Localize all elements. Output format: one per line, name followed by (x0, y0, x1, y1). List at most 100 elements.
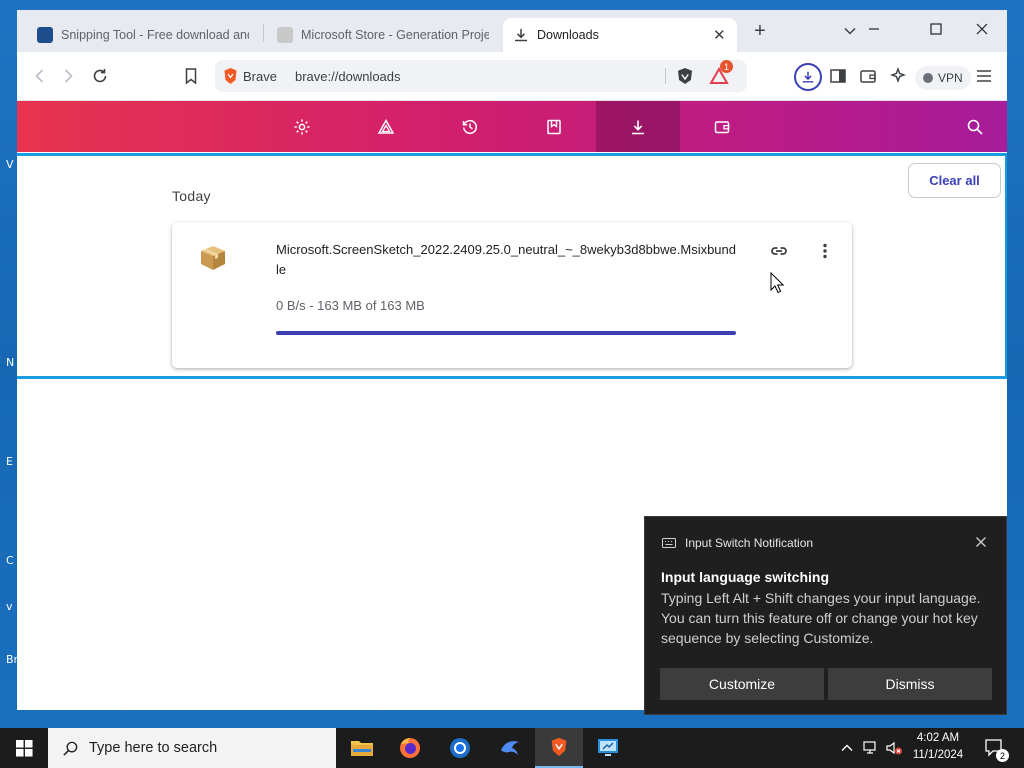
clear-all-button[interactable]: Clear all (908, 163, 1001, 198)
settings-icon (294, 119, 310, 134)
history-icon (462, 119, 477, 134)
maximize-button[interactable] (925, 18, 947, 40)
search-placeholder: Type here to search (89, 740, 218, 756)
download-progress-text: 0 B/s - 163 MB of 163 MB (276, 298, 425, 313)
header-wallet-button[interactable] (680, 101, 764, 152)
notification-title: Input language switching (661, 569, 829, 585)
forward-icon[interactable] (57, 65, 79, 87)
clock-date[interactable]: 11/1/2024 (906, 749, 970, 761)
notification-body: Typing Left Alt + Shift changes your inp… (661, 590, 981, 646)
tab-downloads[interactable]: Downloads ✕ (503, 18, 737, 52)
tab-label: Snipping Tool - Free download and (61, 28, 249, 42)
brave-shield-icon[interactable] (223, 67, 238, 85)
header-bookmarks-button[interactable] (512, 101, 596, 152)
remote-desktop-icon (598, 739, 618, 756)
sidebar-toggle-icon[interactable] (827, 65, 849, 87)
wallet-icon (714, 120, 730, 133)
close-window-button[interactable] (971, 18, 993, 40)
file-explorer-icon (351, 741, 373, 756)
remote-desktop-taskbar-button[interactable] (584, 728, 632, 768)
tab-strip: Snipping Tool - Free download and Micros… (17, 10, 1007, 52)
taskbar: Type here to search 4:02 AM 11/1/2024 2 (0, 728, 1024, 768)
taskbar-search-box[interactable]: Type here to search (48, 728, 336, 768)
close-tab-icon[interactable]: ✕ (713, 26, 726, 44)
download-file-name[interactable]: Microsoft.ScreenSketch_2022.2409.25.0_ne… (276, 240, 736, 280)
header-downloads-button[interactable] (596, 101, 680, 152)
vpn-label: VPN (938, 71, 963, 85)
chrome-taskbar-button[interactable] (436, 728, 484, 768)
desktop-label: E (6, 455, 13, 468)
keyboard-icon (662, 538, 676, 548)
download-icon (515, 29, 527, 42)
copy-link-icon[interactable] (768, 240, 790, 262)
date-group-heading: Today (172, 188, 211, 204)
vpn-button[interactable]: VPN (915, 66, 971, 90)
brave-taskbar-button[interactable] (535, 728, 583, 768)
rewards-icon (377, 118, 395, 134)
kali-taskbar-button[interactable] (486, 728, 534, 768)
menu-icon[interactable] (973, 65, 995, 87)
tab-microsoft-store[interactable]: Microsoft Store - Generation Projec (267, 18, 499, 52)
downloads-icon (632, 120, 644, 134)
firefox-taskbar-button[interactable] (386, 728, 434, 768)
input-switch-notification: Input Switch Notification Input language… (644, 516, 1007, 715)
bookmarks-icon (547, 119, 561, 134)
microsoft-store-favicon-icon (277, 27, 293, 43)
new-tab-button[interactable]: + (749, 20, 771, 43)
brave-page-header (17, 101, 1007, 152)
chevron-down-icon[interactable] (843, 24, 857, 38)
snipping-tool-favicon-icon (37, 27, 53, 43)
dismiss-button[interactable]: Dismiss (828, 668, 992, 700)
customize-button[interactable]: Customize (660, 668, 824, 700)
download-item-card: Microsoft.ScreenSketch_2022.2409.25.0_ne… (172, 222, 852, 368)
header-history-button[interactable] (428, 101, 512, 152)
header-rewards-button[interactable] (344, 101, 428, 152)
brave-shields-icon[interactable] (675, 66, 695, 86)
close-notification-icon[interactable] (973, 534, 989, 550)
download-progress-bar (276, 331, 736, 335)
back-icon[interactable] (29, 65, 51, 87)
mouse-cursor-icon (770, 272, 784, 294)
start-button[interactable] (0, 728, 48, 768)
desktop-label: C (6, 554, 14, 567)
tab-label: Downloads (537, 28, 599, 42)
more-options-button[interactable] (814, 240, 836, 262)
desktop-label: V (6, 158, 14, 171)
rewards-badge: 1 (720, 60, 733, 73)
kali-icon (501, 741, 519, 755)
tab-divider (263, 24, 264, 42)
wallet-icon[interactable] (857, 65, 879, 87)
tab-snipping-tool[interactable]: Snipping Tool - Free download and (27, 18, 259, 52)
bookmark-icon[interactable] (180, 65, 202, 87)
address-bar[interactable]: Brave brave://downloads 1 (215, 60, 747, 92)
reload-icon[interactable] (89, 65, 111, 87)
download-icon (802, 71, 814, 83)
notification-count-badge: 2 (996, 749, 1009, 762)
minimize-button[interactable] (863, 18, 885, 40)
brave-icon (551, 737, 567, 757)
windows-logo-icon (15, 739, 33, 757)
search-icon[interactable] (966, 118, 984, 136)
omnibox-divider (665, 68, 666, 84)
chevron-up-icon[interactable] (838, 740, 856, 756)
desktop-label: v (6, 600, 13, 613)
volume-muted-icon[interactable] (885, 740, 903, 756)
desktop-label: N (6, 356, 15, 369)
package-file-icon (201, 246, 225, 270)
chrome-icon (450, 738, 470, 758)
download-progress-fill (276, 331, 736, 335)
more-vertical-icon (823, 243, 827, 259)
clock-time[interactable]: 4:02 AM (906, 732, 970, 744)
downloads-toolbar-button[interactable] (794, 63, 822, 91)
search-icon (63, 741, 78, 756)
network-icon[interactable] (862, 740, 880, 756)
vpn-status-icon (923, 73, 933, 83)
tab-label: Microsoft Store - Generation Projec (301, 28, 489, 42)
site-identity-label: Brave (243, 69, 277, 84)
toolbar: Brave brave://downloads 1 VPN (17, 52, 1007, 101)
file-explorer-taskbar-button[interactable] (338, 728, 386, 768)
header-settings-button[interactable] (260, 101, 344, 152)
url-text[interactable]: brave://downloads (295, 69, 401, 84)
firefox-icon (400, 738, 420, 758)
leo-ai-icon[interactable] (887, 65, 909, 87)
